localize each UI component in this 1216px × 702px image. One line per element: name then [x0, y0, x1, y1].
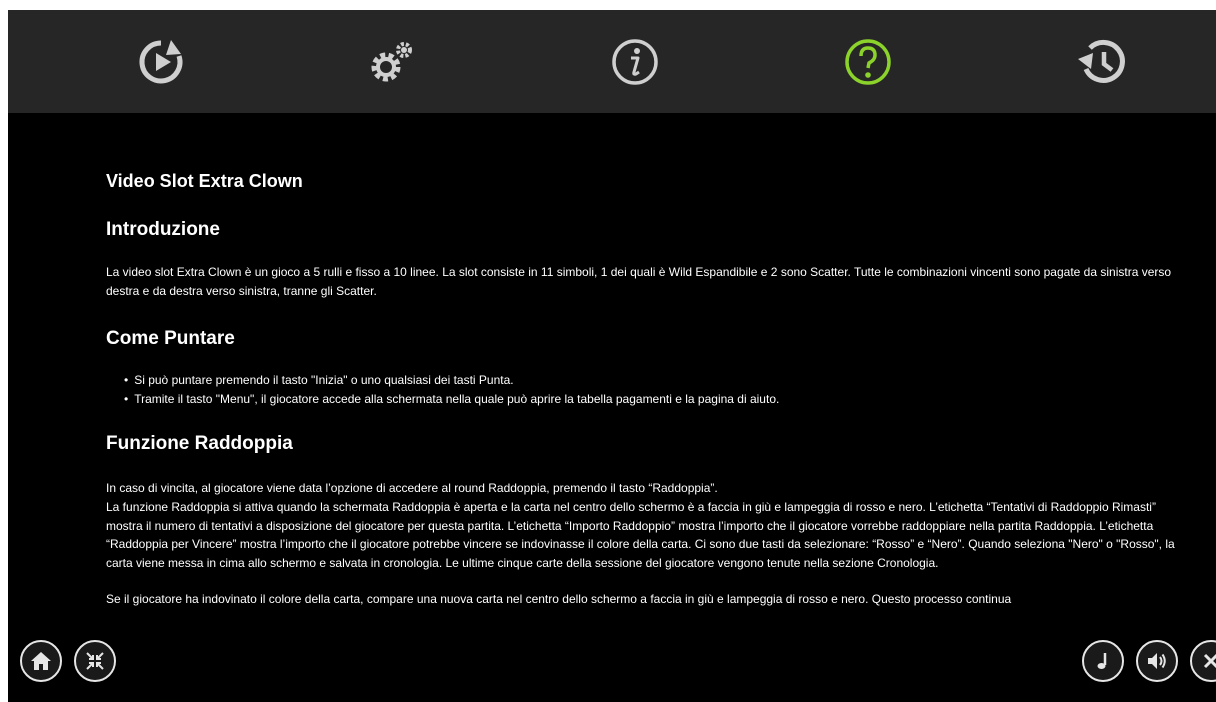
info-icon: [612, 39, 658, 85]
double-paragraph-3: Se il giocatore ha indovinato il colore …: [106, 592, 1012, 606]
sound-icon: [1148, 653, 1166, 669]
list-item: Si può puntare premendo il tasto "Inizia…: [134, 371, 779, 390]
page-title: Video Slot Extra Clown: [106, 171, 303, 191]
exit-fullscreen-button[interactable]: [74, 640, 116, 682]
game-help-screen: Video Slot Extra Clown Introduzione La v…: [8, 10, 1216, 702]
section-heading-double: Funzione Raddoppia: [106, 433, 293, 454]
settings-button[interactable]: [366, 36, 418, 88]
section-heading-bet: Come Puntare: [106, 328, 235, 349]
intro-paragraph: La video slot Extra Clown è un gioco a 5…: [106, 265, 1172, 298]
help-icon: [845, 39, 891, 85]
history-icon: [1078, 39, 1125, 83]
close-button[interactable]: [1190, 640, 1216, 682]
home-button[interactable]: [20, 640, 62, 682]
help-button[interactable]: [842, 36, 894, 88]
settings-icon: [371, 42, 412, 82]
help-content: Video Slot Extra Clown Introduzione La v…: [106, 113, 1186, 633]
music-button[interactable]: [1082, 640, 1124, 682]
section-heading-intro: Introduzione: [106, 219, 220, 240]
help-toolbar: [8, 10, 1216, 113]
history-button[interactable]: [1076, 36, 1128, 88]
double-paragraph-1: In caso di vincita, al giocatore viene d…: [106, 481, 718, 495]
home-icon: [31, 652, 51, 670]
sound-button[interactable]: [1136, 640, 1178, 682]
replay-icon: [139, 40, 183, 84]
exit-fullscreen-icon: [86, 652, 104, 670]
bet-list: Si può puntare premendo il tasto "Inizia…: [106, 371, 779, 408]
info-button[interactable]: [609, 36, 661, 88]
music-icon: [1097, 653, 1107, 669]
double-paragraph-2: La funzione Raddoppia si attiva quando l…: [106, 500, 1175, 570]
close-icon: [1203, 653, 1216, 669]
list-item: Tramite il tasto "Menu", il giocatore ac…: [134, 390, 779, 409]
replay-button[interactable]: [135, 36, 187, 88]
